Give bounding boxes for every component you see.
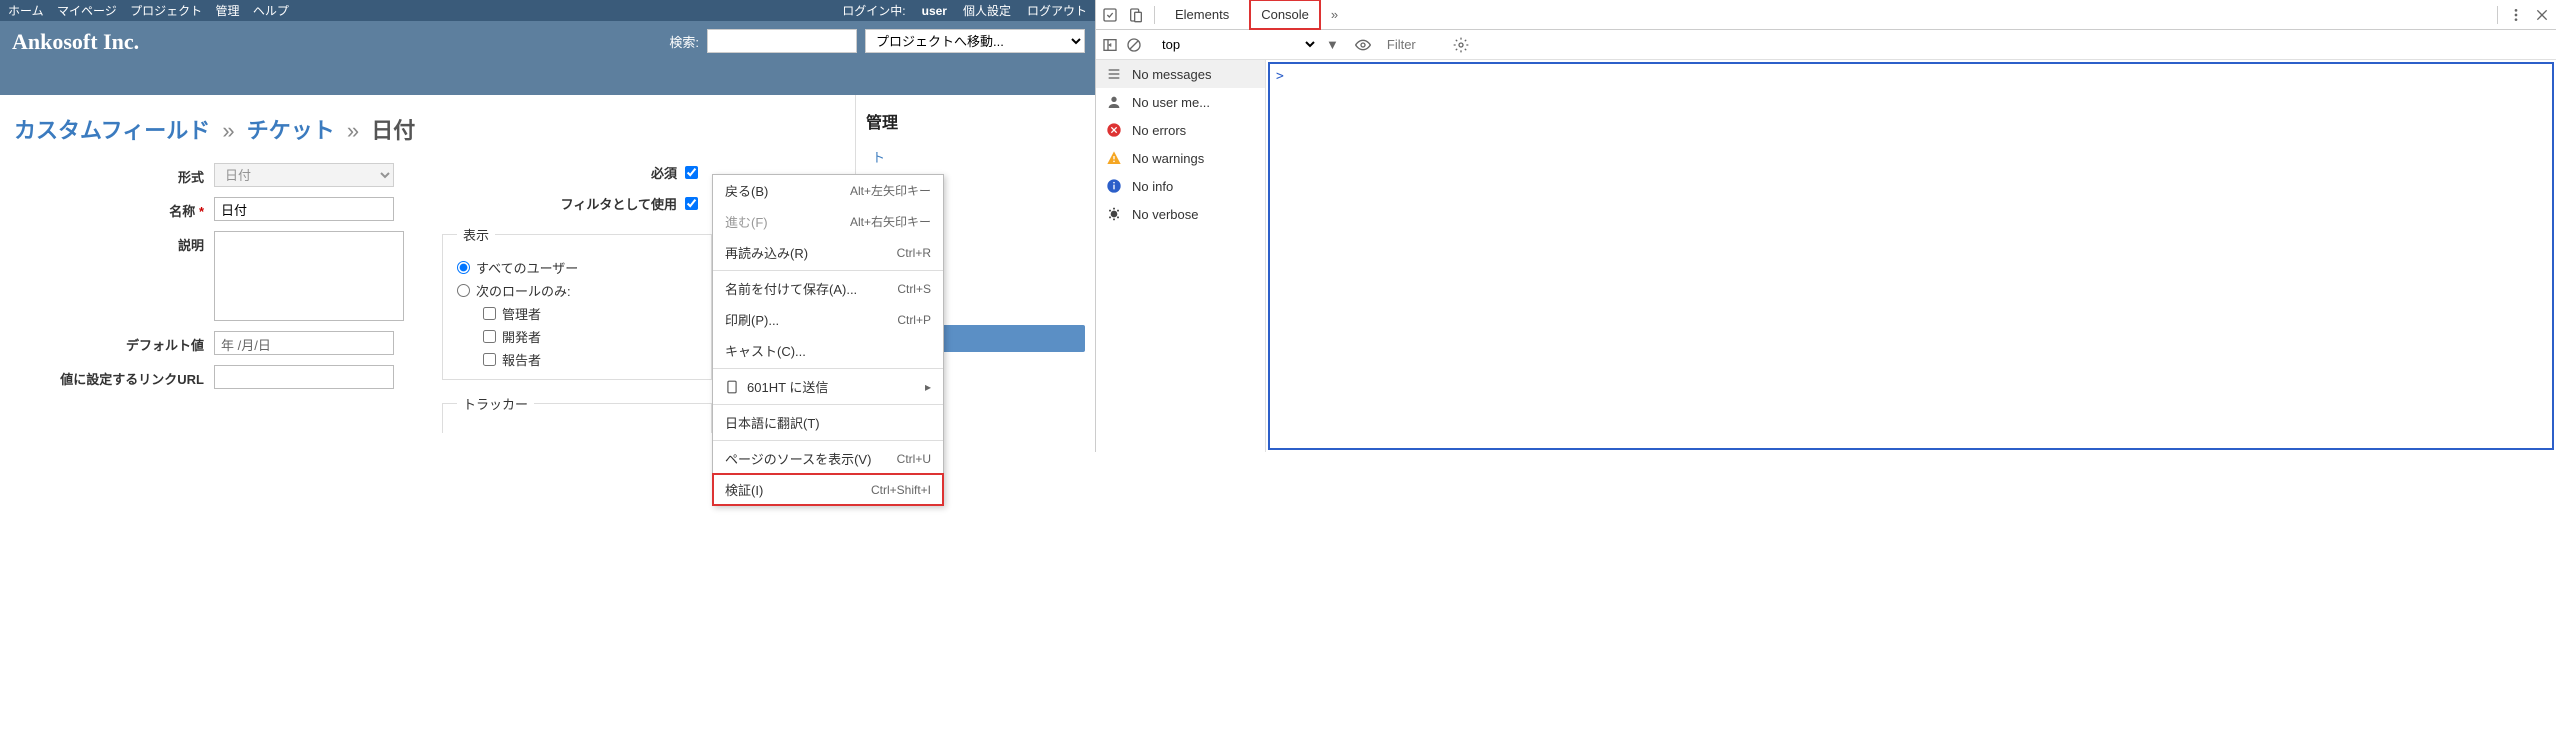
breadcrumb-c: 日付 xyxy=(371,118,415,143)
required-checkbox[interactable] xyxy=(685,166,698,179)
role-dev-check[interactable] xyxy=(483,330,496,343)
format-select[interactable]: 日付 xyxy=(214,163,394,187)
desc-textarea[interactable] xyxy=(214,231,404,321)
vis-all-label: すべてのユーザー xyxy=(476,258,578,277)
name-input[interactable] xyxy=(214,197,394,221)
role-reporter-label: 報告者 xyxy=(502,350,541,369)
login-as-label: ログイン中: xyxy=(842,2,905,19)
dt-kebab-icon[interactable] xyxy=(2508,7,2524,23)
dt-filter-user[interactable]: No user me... xyxy=(1096,88,1265,116)
cm-source[interactable]: ページのソースを表示(V)Ctrl+U xyxy=(713,443,943,474)
cm-saveas[interactable]: 名前を付けて保存(A)...Ctrl+S xyxy=(713,273,943,304)
nav-prefs[interactable]: 個人設定 xyxy=(963,2,1011,19)
dt-eye-icon[interactable] xyxy=(1355,37,1371,53)
dt-filter-input[interactable] xyxy=(1387,37,1437,52)
breadcrumb-b[interactable]: チケット xyxy=(247,118,335,143)
nav-projects[interactable]: プロジェクト xyxy=(130,4,202,18)
role-reporter-check[interactable] xyxy=(483,353,496,366)
cm-translate[interactable]: 日本語に翻訳(T) xyxy=(713,407,943,438)
required-label: 必須 xyxy=(651,163,677,182)
dt-clear-icon[interactable] xyxy=(1126,37,1142,53)
device-icon xyxy=(725,380,739,394)
vis-roles-label: 次のロールのみ: xyxy=(476,281,571,300)
tracker-legend: トラッカー xyxy=(457,394,534,413)
dt-filter-info[interactable]: No info xyxy=(1096,172,1265,200)
dt-tab-console[interactable]: Console xyxy=(1249,0,1321,30)
display-legend: 表示 xyxy=(457,225,495,244)
dt-sidebar-toggle-icon[interactable] xyxy=(1102,37,1118,53)
name-label: 名称 * xyxy=(14,197,214,220)
project-jump-select[interactable]: プロジェクトへ移動... xyxy=(865,29,1085,53)
search-label: 検索: xyxy=(669,32,699,51)
dt-tab-elements[interactable]: Elements xyxy=(1165,1,1239,28)
vis-all-radio[interactable] xyxy=(457,261,470,274)
inspect-element-icon[interactable] xyxy=(1102,7,1118,23)
nav-admin[interactable]: 管理 xyxy=(215,4,239,18)
cm-forward: 進む(F)Alt+右矢印キー xyxy=(713,206,943,237)
cm-back[interactable]: 戻る(B)Alt+左矢印キー xyxy=(713,175,943,206)
role-dev-label: 開発者 xyxy=(502,327,541,346)
nav-logout[interactable]: ログアウト xyxy=(1027,2,1087,19)
cm-reload[interactable]: 再読み込み(R)Ctrl+R xyxy=(713,237,943,268)
default-date-input[interactable]: 年 /月/日 xyxy=(214,331,394,355)
format-label: 形式 xyxy=(14,163,214,186)
dt-filter-warnings[interactable]: No warnings xyxy=(1096,144,1265,172)
vis-roles-radio[interactable] xyxy=(457,284,470,297)
nav-home[interactable]: ホーム xyxy=(8,4,44,18)
dt-console-panel[interactable]: > xyxy=(1268,62,2554,450)
dt-close-icon[interactable] xyxy=(2534,7,2550,23)
desc-label: 説明 xyxy=(14,231,214,254)
role-admin-check[interactable] xyxy=(483,307,496,320)
device-toggle-icon[interactable] xyxy=(1128,7,1144,23)
cm-print[interactable]: 印刷(P)...Ctrl+P xyxy=(713,304,943,335)
default-label: デフォルト値 xyxy=(14,331,214,354)
cm-inspect[interactable]: 検証(I)Ctrl+Shift+I xyxy=(713,474,943,505)
verbose-icon xyxy=(1106,206,1122,222)
warning-icon xyxy=(1106,150,1122,166)
dt-prompt: > xyxy=(1276,69,1284,84)
search-input[interactable] xyxy=(707,29,857,53)
breadcrumb: カスタムフィールド » チケット » 日付 xyxy=(14,113,841,145)
cm-cast[interactable]: キャスト(C)... xyxy=(713,335,943,366)
error-icon xyxy=(1106,122,1122,138)
role-admin-label: 管理者 xyxy=(502,304,541,323)
info-icon xyxy=(1106,178,1122,194)
filter-label: フィルタとして使用 xyxy=(561,194,677,213)
list-icon xyxy=(1106,66,1122,82)
nav-help[interactable]: ヘルプ xyxy=(253,4,289,18)
sidebar-item-0[interactable]: ト xyxy=(866,143,1085,170)
user-icon xyxy=(1106,94,1122,110)
filter-checkbox[interactable] xyxy=(685,197,698,210)
dt-filter-messages[interactable]: No messages xyxy=(1096,60,1265,88)
nav-user[interactable]: user xyxy=(922,4,947,18)
dt-settings-icon[interactable] xyxy=(1453,37,1469,53)
cm-send[interactable]: 601HT に送信 ▸ xyxy=(713,371,943,402)
dt-filter-errors[interactable]: No errors xyxy=(1096,116,1265,144)
url-input[interactable] xyxy=(214,365,394,389)
dt-context-select[interactable]: top xyxy=(1158,36,1318,53)
breadcrumb-a[interactable]: カスタムフィールド xyxy=(14,118,210,143)
context-menu: 戻る(B)Alt+左矢印キー 進む(F)Alt+右矢印キー 再読み込み(R)Ct… xyxy=(712,174,944,506)
url-label: 値に設定するリンクURL xyxy=(14,365,214,388)
dt-more-tabs[interactable]: » xyxy=(1331,7,1338,22)
dt-filter-verbose[interactable]: No verbose xyxy=(1096,200,1265,228)
sidebar-title: 管理 xyxy=(866,109,1085,133)
nav-mypage[interactable]: マイページ xyxy=(57,4,117,18)
